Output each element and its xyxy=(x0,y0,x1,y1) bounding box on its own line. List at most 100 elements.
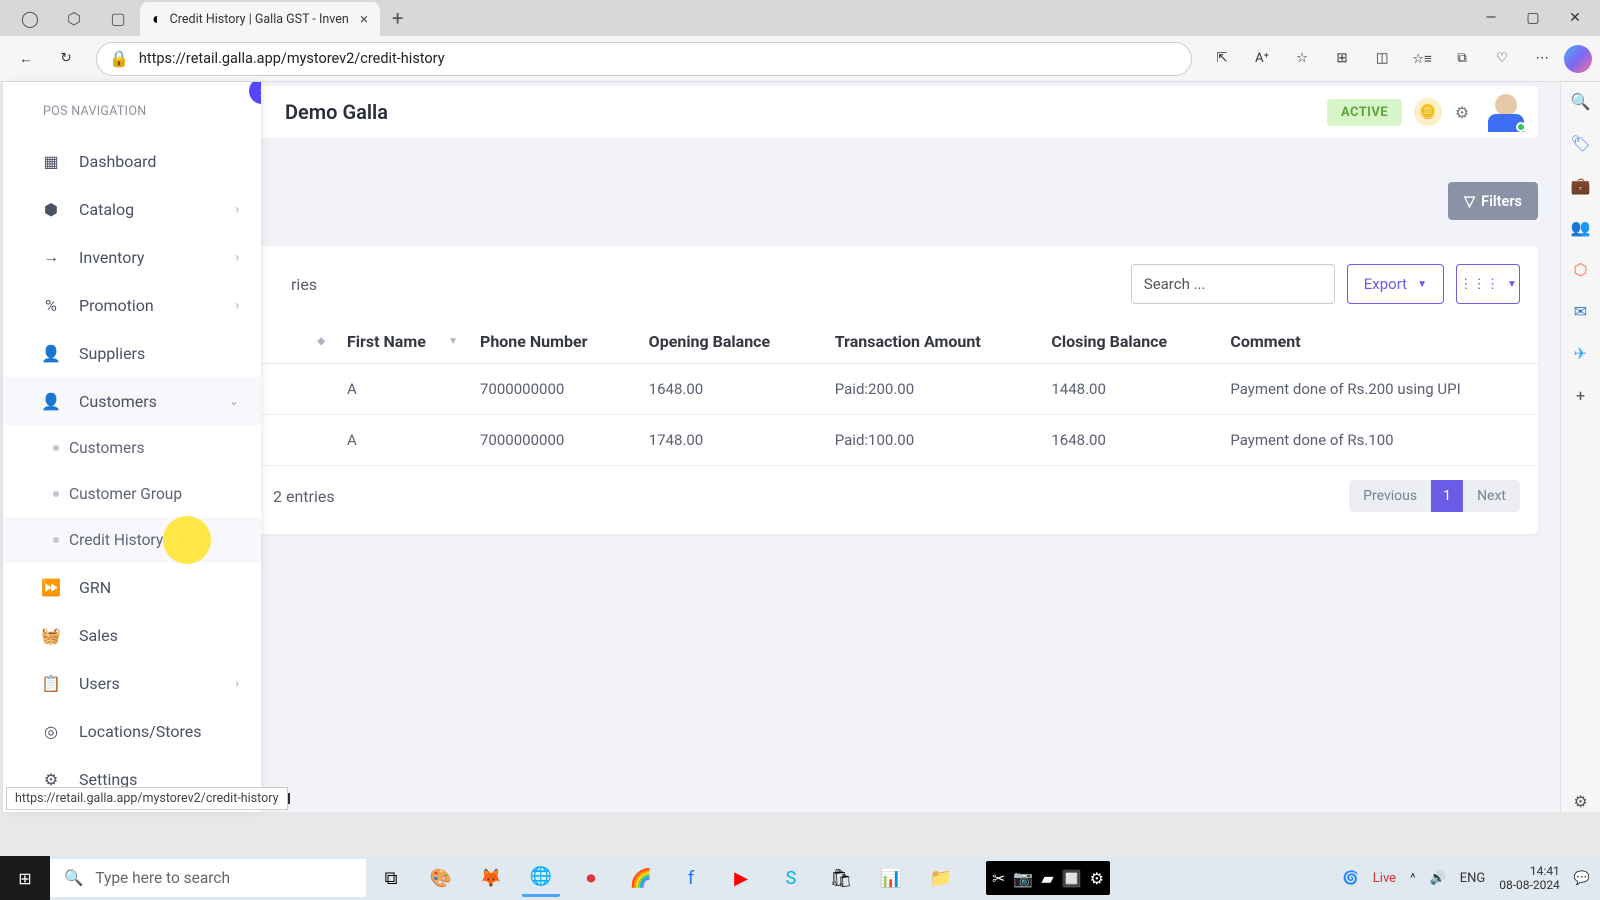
url-input[interactable]: 🔒 https://retail.galla.app/mystorev2/cre… xyxy=(96,42,1192,76)
nav-refresh-button[interactable]: ↻ xyxy=(48,41,84,77)
cell-transaction: Paid:100.00 xyxy=(821,415,1038,466)
browser-side-panel: 🔍 🏷 💼 👥 ⬡ ✉ ✈ + ⚙ xyxy=(1560,82,1600,812)
send-icon[interactable]: ✈ xyxy=(1570,342,1592,364)
tray-app-icon[interactable]: 🌀 xyxy=(1343,871,1359,886)
table-header-phone[interactable]: Phone Number xyxy=(466,320,635,364)
wallet-icon[interactable]: ♡ xyxy=(1484,41,1520,77)
window-minimize-button[interactable]: — xyxy=(1482,9,1500,27)
profile-icon[interactable]: ◯ xyxy=(18,6,42,30)
sidebar-sub-label: Credit History xyxy=(69,531,163,549)
outlook-icon[interactable]: ✉ xyxy=(1570,300,1592,322)
sidebar-item-locations[interactable]: ◎ Locations/Stores xyxy=(3,707,261,755)
window-close-button[interactable]: ✕ xyxy=(1566,9,1584,27)
split-screen-icon[interactable]: ◫ xyxy=(1364,41,1400,77)
camera-icon: 📷 xyxy=(1013,869,1033,888)
sound-icon[interactable]: 🔊 xyxy=(1430,871,1446,886)
live-indicator[interactable]: Live xyxy=(1373,871,1396,886)
tag-icon[interactable]: 🏷 xyxy=(1570,132,1592,154)
filters-button[interactable]: ▽ Filters xyxy=(1448,182,1538,220)
clock[interactable]: 14:41 08-08-2024 xyxy=(1499,864,1560,892)
start-button[interactable]: ⊞ xyxy=(0,856,50,900)
highlight-indicator-icon xyxy=(163,516,211,564)
page-title: Demo Galla xyxy=(285,100,388,124)
sidebar-item-inventory[interactable]: → Inventory › xyxy=(3,233,261,281)
facebook-icon[interactable]: f xyxy=(672,859,710,897)
filters-bar: ▽ Filters xyxy=(1448,182,1538,220)
avatar[interactable] xyxy=(1488,94,1524,130)
tray-chevron-icon[interactable]: ^ xyxy=(1410,871,1415,886)
sidebar-item-grn[interactable]: ⏩ GRN xyxy=(3,563,261,611)
firefox-icon[interactable]: 🦊 xyxy=(472,859,510,897)
notifications-icon[interactable]: 💬 xyxy=(1574,871,1590,886)
new-tab-button[interactable]: + xyxy=(392,6,403,30)
taskbar-search[interactable]: 🔍 Type here to search xyxy=(50,859,366,897)
sidebar-sub-customers[interactable]: Customers xyxy=(3,425,261,471)
column-visibility-button[interactable]: ⋮⋮⋮ ▼ xyxy=(1456,264,1520,304)
app-icon[interactable]: 📊 xyxy=(872,859,910,897)
office-icon[interactable]: ⬡ xyxy=(1570,258,1592,280)
sidebar-item-dashboard[interactable]: ▦ Dashboard xyxy=(3,137,261,185)
recording-toolbar[interactable]: ✂ 📷 ▰ 🔲 ⚙ xyxy=(986,861,1110,895)
panel-settings-icon[interactable]: ⚙ xyxy=(1570,790,1592,812)
browser-tab-bar: ◯ ⬡ ▢ ◐ Credit History | Galla GST - Inv… xyxy=(0,0,1600,36)
table-header-comment[interactable]: Comment xyxy=(1216,320,1538,364)
sidebar-item-promotion[interactable]: % Promotion › xyxy=(3,281,261,329)
cell-first-name: A xyxy=(333,364,466,415)
explorer-icon[interactable]: 📁 xyxy=(922,859,960,897)
copilot-icon[interactable] xyxy=(1564,45,1592,73)
table-header-transaction[interactable]: Transaction Amount xyxy=(821,320,1038,364)
cell-phone: 7000000000 xyxy=(466,415,635,466)
dropdown-icon: ▼ xyxy=(1417,279,1427,290)
window-maximize-button[interactable]: ▢ xyxy=(1524,9,1542,27)
open-external-icon[interactable]: ⇱ xyxy=(1204,41,1240,77)
browser-tab[interactable]: ◐ Credit History | Galla GST - Inven × xyxy=(140,2,380,36)
inventory-icon: → xyxy=(41,247,61,267)
copilot-taskbar-icon[interactable]: 🎨 xyxy=(422,859,460,897)
people-icon[interactable]: 👥 xyxy=(1570,216,1592,238)
extension-icon[interactable]: ⊞ xyxy=(1324,41,1360,77)
more-icon[interactable]: ⋯ xyxy=(1524,41,1560,77)
add-panel-icon[interactable]: + xyxy=(1570,384,1592,406)
table-header-first-name[interactable]: First Name▼ xyxy=(333,320,466,364)
favorite-icon[interactable]: ☆ xyxy=(1284,41,1320,77)
sidebar-sub-credit-history[interactable]: Credit History xyxy=(3,517,261,563)
system-tray: 🌀 Live ^ 🔊 ENG 14:41 08-08-2024 💬 xyxy=(1343,864,1600,892)
store-icon[interactable]: 🛍 xyxy=(822,859,860,897)
table-header-closing[interactable]: Closing Balance xyxy=(1037,320,1216,364)
chrome-icon[interactable]: 🌈 xyxy=(622,859,660,897)
export-label: Export xyxy=(1364,275,1407,293)
tabs-overview-icon[interactable]: ▢ xyxy=(106,6,130,30)
table-header-opening[interactable]: Opening Balance xyxy=(635,320,821,364)
customers-icon: 👤 xyxy=(41,391,61,411)
sidebar-item-suppliers[interactable]: 👤 Suppliers xyxy=(3,329,261,377)
favorites-bar-icon[interactable]: ☆≡ xyxy=(1404,41,1440,77)
pagination-prev-button[interactable]: Previous xyxy=(1349,480,1431,512)
grid-icon: ⋮⋮⋮ xyxy=(1459,277,1499,292)
coin-icon[interactable]: 🪙 xyxy=(1414,98,1442,126)
gear-icon[interactable]: ⚙ xyxy=(1450,100,1474,124)
sidebar-item-customers[interactable]: 👤 Customers ⌄ xyxy=(3,377,261,425)
pagination-next-button[interactable]: Next xyxy=(1463,480,1520,512)
task-view-icon[interactable]: ⧉ xyxy=(372,859,410,897)
record-icon[interactable]: ⏺ xyxy=(572,859,610,897)
pagination-page-1[interactable]: 1 xyxy=(1431,480,1463,512)
pagination: Previous 1 Next xyxy=(1349,480,1520,512)
sidebar-item-sales[interactable]: 🧺 Sales xyxy=(3,611,261,659)
language-indicator[interactable]: ENG xyxy=(1460,871,1486,886)
text-size-icon[interactable]: A⁺ xyxy=(1244,41,1280,77)
edge-icon[interactable]: 🌐 xyxy=(522,859,560,897)
youtube-icon[interactable]: ▶ xyxy=(722,859,760,897)
export-button[interactable]: Export ▼ xyxy=(1347,264,1444,304)
collections-icon[interactable]: ⧉ xyxy=(1444,41,1480,77)
sidebar-sub-customer-group[interactable]: Customer Group xyxy=(3,471,261,517)
sidebar-item-catalog[interactable]: ⬢ Catalog › xyxy=(3,185,261,233)
sidebar-item-label: Users xyxy=(79,674,120,693)
skype-icon[interactable]: S xyxy=(772,859,810,897)
briefcase-icon[interactable]: 💼 xyxy=(1570,174,1592,196)
search-input[interactable] xyxy=(1131,264,1335,304)
workspaces-icon[interactable]: ⬡ xyxy=(62,6,86,30)
tab-close-icon[interactable]: × xyxy=(360,10,368,28)
search-icon[interactable]: 🔍 xyxy=(1570,90,1592,112)
sidebar-item-users[interactable]: 📋 Users › xyxy=(3,659,261,707)
nav-back-button[interactable]: ← xyxy=(8,41,44,77)
